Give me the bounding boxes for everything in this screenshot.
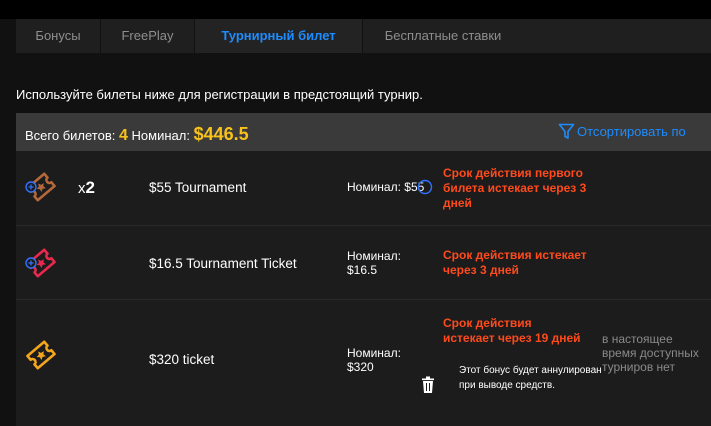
total-nominal-value: $446.5 <box>193 124 249 144</box>
ticket-row: $320 ticket Номинал: $320 Срок действия … <box>16 300 711 426</box>
ticket-icon <box>25 248 56 278</box>
bonus-forfeit-note: Этот бонус будет аннулирован при выводе … <box>459 365 602 391</box>
ticket-nominal: Номинал: $320 <box>347 346 401 374</box>
tab-bonuses[interactable]: Бонусы <box>16 19 101 53</box>
tab-free-bets[interactable]: Бесплатные ставки <box>363 19 523 53</box>
ticket-summary-bar: Всего билетов: 4 Номинал: $446.5 Отсорти… <box>16 113 711 151</box>
ticket-nominal-value: $16.5 <box>347 263 378 277</box>
ticket-name: $16.5 Tournament Ticket <box>149 256 297 271</box>
ticket-nominal-value: $320 <box>347 360 374 374</box>
ticket-icon <box>25 172 56 202</box>
tab-tournament-ticket[interactable]: Турнирный билет <box>195 19 363 53</box>
ticket-name: $55 Tournament <box>149 180 247 195</box>
info-icon[interactable] <box>417 179 433 195</box>
ticket-nominal-label: Номинал: <box>347 249 401 263</box>
tab-bar: Бонусы FreePlay Турнирный билет Бесплатн… <box>16 19 711 53</box>
ticket-row: x2 $55 Tournament Номинал: $55 Срок дейс… <box>16 151 711 226</box>
tournament-availability: в настоящее время доступных турниров нет <box>602 332 699 374</box>
ticket-multiplier: x2 <box>78 178 95 197</box>
sort-label: Отсортировать по <box>577 124 686 139</box>
intro-text: Используйте билеты ниже для регистрации … <box>16 87 423 102</box>
tab-freeplay[interactable]: FreePlay <box>101 19 195 53</box>
ticket-name: $320 ticket <box>149 352 215 367</box>
total-nominal-label: Номинал: <box>131 128 190 143</box>
ticket-nominal: Номинал: $16.5 <box>347 249 401 277</box>
filter-icon <box>558 123 575 139</box>
total-tickets-count: 4 <box>118 127 128 144</box>
ticket-list: x2 $55 Tournament Номинал: $55 Срок дейс… <box>16 151 711 426</box>
ticket-row: $16.5 Tournament Ticket Номинал: $16.5 С… <box>16 226 711 300</box>
summary-totals: Всего билетов: 4 Номинал: $446.5 <box>25 124 249 145</box>
ticket-expiry: Срок действия истекает через 3 дней <box>443 248 587 277</box>
ticket-icon <box>26 340 56 370</box>
total-tickets-label: Всего билетов: <box>25 128 116 143</box>
ticket-nominal: Номинал: $55 <box>347 180 425 194</box>
ticket-nominal-label: Номинал: <box>347 346 401 360</box>
ticket-expiry: Срок действия первого билета истекает че… <box>443 166 587 210</box>
ticket-expiry: Срок действия истекает через 19 дней <box>443 316 581 345</box>
trash-icon[interactable] <box>421 376 435 394</box>
top-bar <box>0 0 711 19</box>
